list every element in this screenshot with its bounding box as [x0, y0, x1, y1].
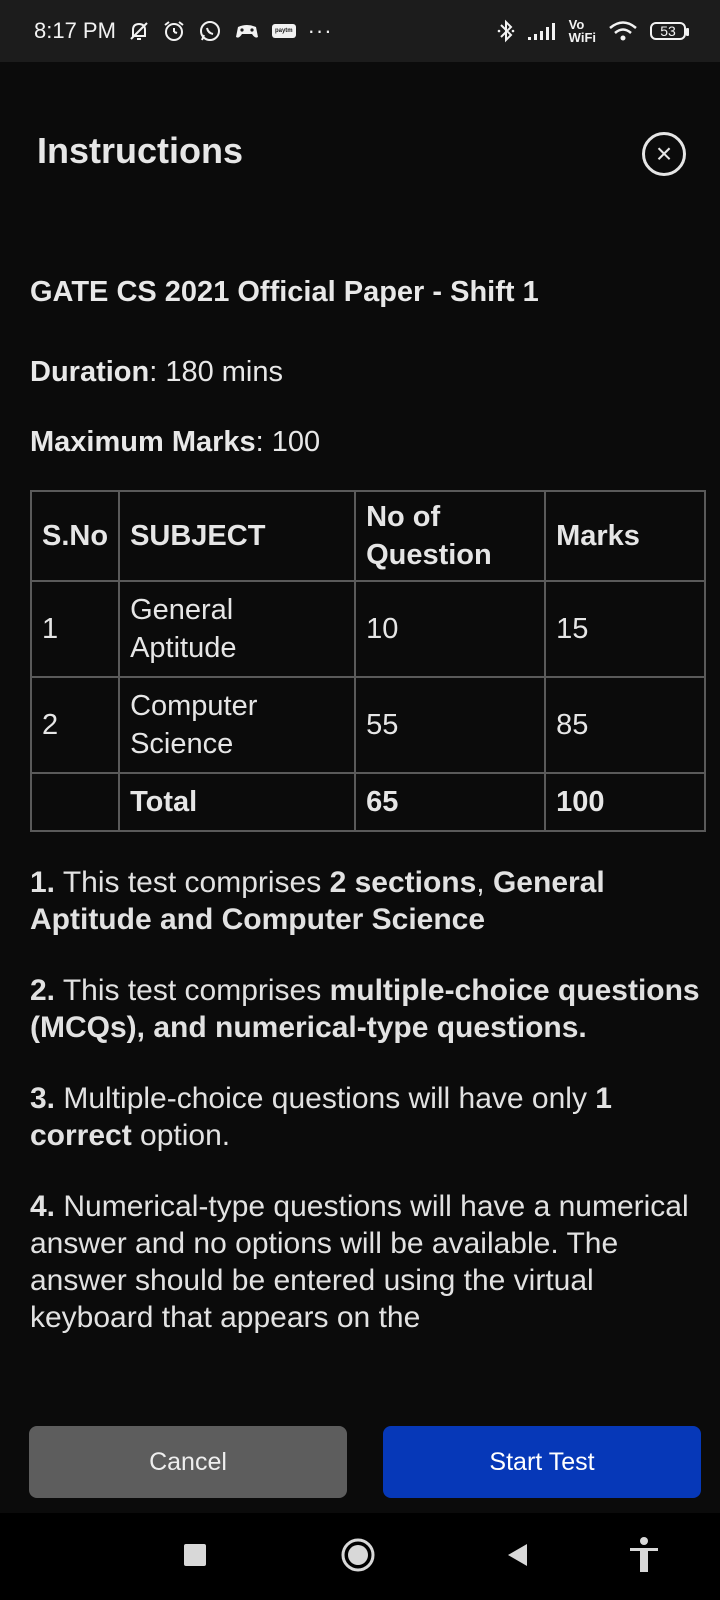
cell-subject: General Aptitude	[118, 580, 357, 678]
duration-label: Duration	[30, 356, 150, 388]
clock: 8:17 PM	[34, 18, 116, 43]
vowifi-indicator: Vo WiFi	[569, 18, 596, 44]
vowifi-bottom: WiFi	[568, 30, 596, 45]
accessibility-icon	[630, 1537, 658, 1572]
subjects-table: S.No SUBJECT No of Question Marks 1 Gene…	[29, 490, 706, 832]
close-button[interactable]: ×	[642, 132, 686, 176]
back-button[interactable]	[505, 1542, 529, 1568]
cell-marks: 85	[544, 676, 706, 774]
recents-button[interactable]	[183, 1543, 207, 1567]
rule-number: 3.	[30, 1082, 56, 1115]
alarm-icon	[162, 19, 186, 43]
instruction-rules: 1. This test comprises 2 sections, Gener…	[30, 864, 706, 1336]
rule-number: 1.	[30, 866, 56, 899]
instructions-content: GATE CS 2021 Official Paper - Shift 1 Du…	[29, 270, 706, 832]
duration: Duration: 180 mins	[30, 350, 706, 394]
rule-text: This test comprises	[55, 974, 330, 1007]
battery-icon: 53	[650, 22, 689, 40]
signal-icon	[527, 21, 557, 41]
cancel-button[interactable]: Cancel	[29, 1426, 347, 1498]
cell-sno: 2	[29, 676, 121, 774]
header-sno: S.No	[29, 490, 121, 582]
rule-number: 4.	[30, 1190, 56, 1223]
rule-bold-text: 2 sections	[329, 866, 477, 899]
table-header-row: S.No SUBJECT No of Question Marks	[29, 490, 706, 582]
back-triangle-icon	[508, 1544, 527, 1566]
header-questions: No of Question	[354, 490, 547, 582]
duration-value: : 180 mins	[149, 356, 284, 388]
cell-total-label: Total	[118, 772, 357, 832]
close-icon: ×	[655, 138, 673, 169]
navigation-bar	[0, 1513, 720, 1600]
cell-questions: 10	[354, 580, 547, 678]
rule-text: Numerical-type questions will have a num…	[30, 1190, 689, 1334]
table-row: 2 Computer Science 55 85	[29, 676, 706, 774]
maximum-marks: Maximum Marks: 100	[30, 420, 706, 464]
status-bar: 8:17 PM paytm ··· Vo WiFi 53	[0, 0, 720, 62]
max-marks-value: : 100	[255, 426, 321, 458]
rule-item: 2. This test comprises multiple-choice q…	[30, 972, 706, 1046]
rule-text: ,	[476, 866, 493, 899]
rule-number: 2.	[30, 974, 56, 1007]
cell-subject: Computer Science	[118, 676, 357, 774]
page-title: Instructions	[37, 130, 244, 171]
bluetooth-icon	[497, 18, 515, 44]
header-marks: Marks	[544, 490, 706, 582]
mute-bell-icon	[128, 20, 150, 42]
rule-text: This test comprises	[55, 866, 330, 899]
table-row: 1 General Aptitude 10 15	[29, 580, 706, 678]
cell-questions: 55	[354, 676, 547, 774]
home-button[interactable]	[340, 1537, 376, 1573]
rule-item: 1. This test comprises 2 sections, Gener…	[30, 864, 706, 938]
rule-text: Multiple-choice questions will have only	[55, 1082, 596, 1115]
cell-sno: 1	[29, 580, 121, 678]
max-marks-label: Maximum Marks	[30, 426, 256, 458]
whatsapp-icon	[198, 19, 222, 43]
status-bar-right: Vo WiFi 53	[497, 18, 689, 44]
paytm-icon: paytm	[271, 24, 296, 38]
game-icon	[234, 21, 260, 41]
cell-sno	[29, 772, 121, 832]
cell-total-questions: 65	[354, 772, 547, 832]
table-total-row: Total 65 100	[29, 772, 706, 832]
circle-icon	[341, 1538, 375, 1572]
header-subject: SUBJECT	[118, 490, 357, 582]
rule-text: option.	[131, 1119, 231, 1152]
wifi-icon	[608, 20, 638, 42]
accessibility-button[interactable]	[628, 1536, 660, 1574]
more-icon: ···	[307, 18, 333, 43]
square-icon	[184, 1544, 206, 1566]
cell-total-marks: 100	[544, 772, 706, 832]
status-bar-left: 8:17 PM paytm ···	[34, 18, 333, 44]
cell-marks: 15	[544, 580, 706, 678]
rule-item: 3. Multiple-choice questions will have o…	[30, 1080, 706, 1154]
rule-item: 4. Numerical-type questions will have a …	[30, 1188, 706, 1336]
start-test-button[interactable]: Start Test	[383, 1426, 701, 1498]
test-name: GATE CS 2021 Official Paper - Shift 1	[30, 276, 539, 308]
